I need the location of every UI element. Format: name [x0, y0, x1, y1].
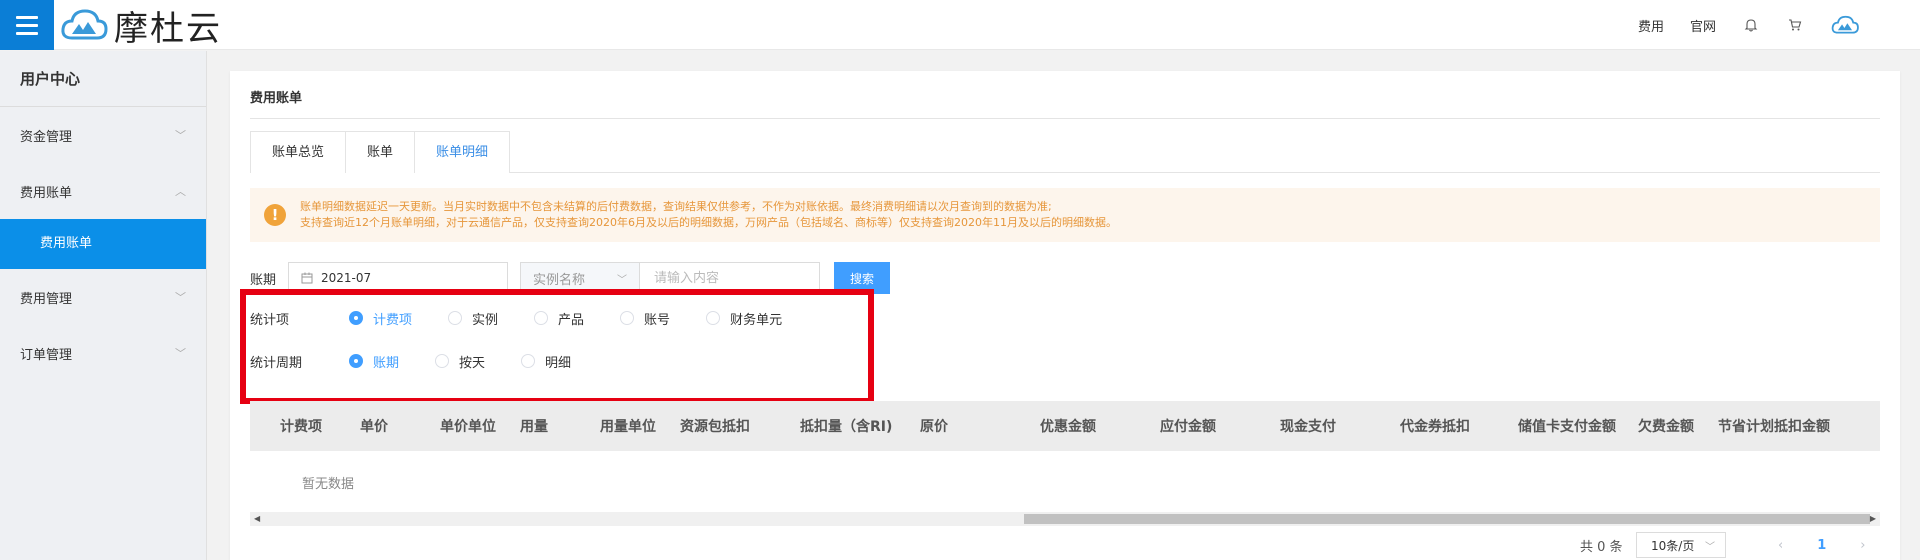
sidebar-item-billing[interactable]: 费用账单 ︿: [0, 163, 206, 219]
chevron-down-icon: ﹀: [175, 291, 186, 304]
total-count: 共 0 条: [1580, 539, 1623, 555]
scroll-right-icon[interactable]: ▶: [1870, 512, 1876, 526]
prev-page-icon[interactable]: ‹: [1778, 538, 1783, 553]
sidebar-subitem-billing[interactable]: 费用账单: [0, 219, 206, 269]
chevron-up-icon: ︿: [175, 185, 186, 198]
tab-bar: 账单总览 账单 账单明细: [250, 131, 1880, 174]
scrollbar-thumb[interactable]: [1024, 514, 1870, 524]
column-header: 原价: [920, 419, 948, 435]
chevron-down-icon: ﹀: [617, 274, 627, 286]
notice-text: 账单明细数据延迟一天更新。当月实时数据中不包含未结算的后付费数据，查询结果仅供参…: [300, 199, 1117, 231]
page-title: 费用账单: [250, 91, 303, 106]
column-header: 欠费金额: [1638, 419, 1694, 435]
period-value: 2021-07: [321, 271, 372, 285]
column-header: 节省计划抵扣金额: [1718, 419, 1830, 435]
pagination-nav: ‹ 1 ›: [1778, 532, 1865, 558]
notice-line: 支持查询近12个月账单明细，对于云通信产品，仅支持查询2020年6月及以后的明细…: [300, 216, 1117, 229]
sidebar-item-fee-management[interactable]: 费用管理 ﹀: [0, 269, 206, 325]
column-header: 现金支付: [1280, 419, 1336, 435]
page-size-value: 10条/页: [1651, 538, 1695, 553]
pagination-size: 10条/页 ﹀: [1636, 532, 1726, 558]
user-avatar-icon[interactable]: [1830, 15, 1860, 34]
logo[interactable]: 摩杜云: [60, 5, 222, 49]
notice-line: 账单明细数据延迟一天更新。当月实时数据中不包含未结算的后付费数据，查询结果仅供参…: [300, 200, 1052, 213]
period-label: 账期: [250, 272, 277, 288]
column-header: 用量: [520, 419, 548, 435]
divider: [250, 118, 1880, 119]
chevron-down-icon: ﹀: [175, 129, 186, 142]
page-number[interactable]: 1: [1817, 538, 1826, 553]
sidebar-item-label: 费用账单: [20, 185, 73, 201]
cloud-logo-icon: [61, 9, 108, 40]
column-header: 代金券抵扣: [1400, 419, 1470, 435]
horizontal-scrollbar[interactable]: ◀ ▶: [250, 512, 1880, 526]
highlight-box: [240, 289, 874, 404]
menu-bar: [16, 15, 38, 19]
chevron-down-icon: ﹀: [1705, 541, 1715, 553]
column-header: 单价单位: [440, 419, 496, 435]
sidebar-item-label: 费用管理: [20, 291, 73, 307]
select-value: 实例名称: [533, 272, 586, 288]
empty-state-text: 暂无数据: [302, 477, 355, 492]
sidebar-item-funds[interactable]: 资金管理 ﹀: [0, 107, 206, 163]
menu-toggle-button[interactable]: [0, 0, 54, 50]
menu-bar: [16, 23, 38, 27]
sidebar: 用户中心 资金管理 ﹀ 费用账单 ︿ 费用账单 费用管理 ﹀ 订单管理 ﹀: [0, 51, 207, 560]
chevron-down-icon: ﹀: [175, 347, 186, 360]
calendar-icon: [301, 272, 313, 284]
tab-bill-details[interactable]: 账单明细: [414, 131, 511, 174]
notice-banner: ! 账单明细数据延迟一天更新。当月实时数据中不包含未结算的后付费数据，查询结果仅…: [250, 188, 1880, 242]
column-header: 储值卡支付金额: [1518, 419, 1616, 435]
scroll-left-icon[interactable]: ◀: [254, 512, 260, 526]
column-header: 抵扣量（含RI): [800, 419, 893, 435]
column-header: 应付金额: [1160, 419, 1216, 435]
bell-icon[interactable]: [1742, 16, 1760, 34]
tab-overview[interactable]: 账单总览: [250, 131, 347, 173]
header-nav: 费用 官网: [1638, 0, 1860, 50]
page-size-select[interactable]: 10条/页 ﹀: [1636, 532, 1726, 558]
column-header: 优惠金额: [1040, 419, 1096, 435]
sidebar-title: 用户中心: [0, 51, 206, 107]
sidebar-item-label: 订单管理: [20, 347, 73, 363]
next-page-icon[interactable]: ›: [1860, 538, 1865, 553]
column-header: 计费项: [280, 419, 322, 435]
warning-icon: !: [264, 204, 286, 226]
official-site-link[interactable]: 官网: [1690, 16, 1716, 35]
sidebar-item-label: 资金管理: [20, 129, 73, 145]
logo-text: 摩杜云: [114, 8, 222, 49]
table-header: 计费项 单价 单价单位 用量 用量单位 资源包抵扣 抵扣量（含RI) 原价 优惠…: [250, 401, 1880, 451]
column-header: 资源包抵扣: [680, 419, 750, 435]
tab-bill[interactable]: 账单: [345, 131, 416, 173]
sidebar-item-orders[interactable]: 订单管理 ﹀: [0, 325, 206, 381]
column-header: 用量单位: [600, 419, 656, 435]
pagination-total: 共 0 条: [1580, 532, 1623, 558]
menu-bar: [16, 31, 38, 35]
fees-link[interactable]: 费用: [1638, 16, 1664, 35]
top-header: 摩杜云 费用 官网: [0, 0, 1920, 50]
cart-icon[interactable]: [1786, 16, 1804, 34]
column-header: 单价: [360, 419, 388, 435]
